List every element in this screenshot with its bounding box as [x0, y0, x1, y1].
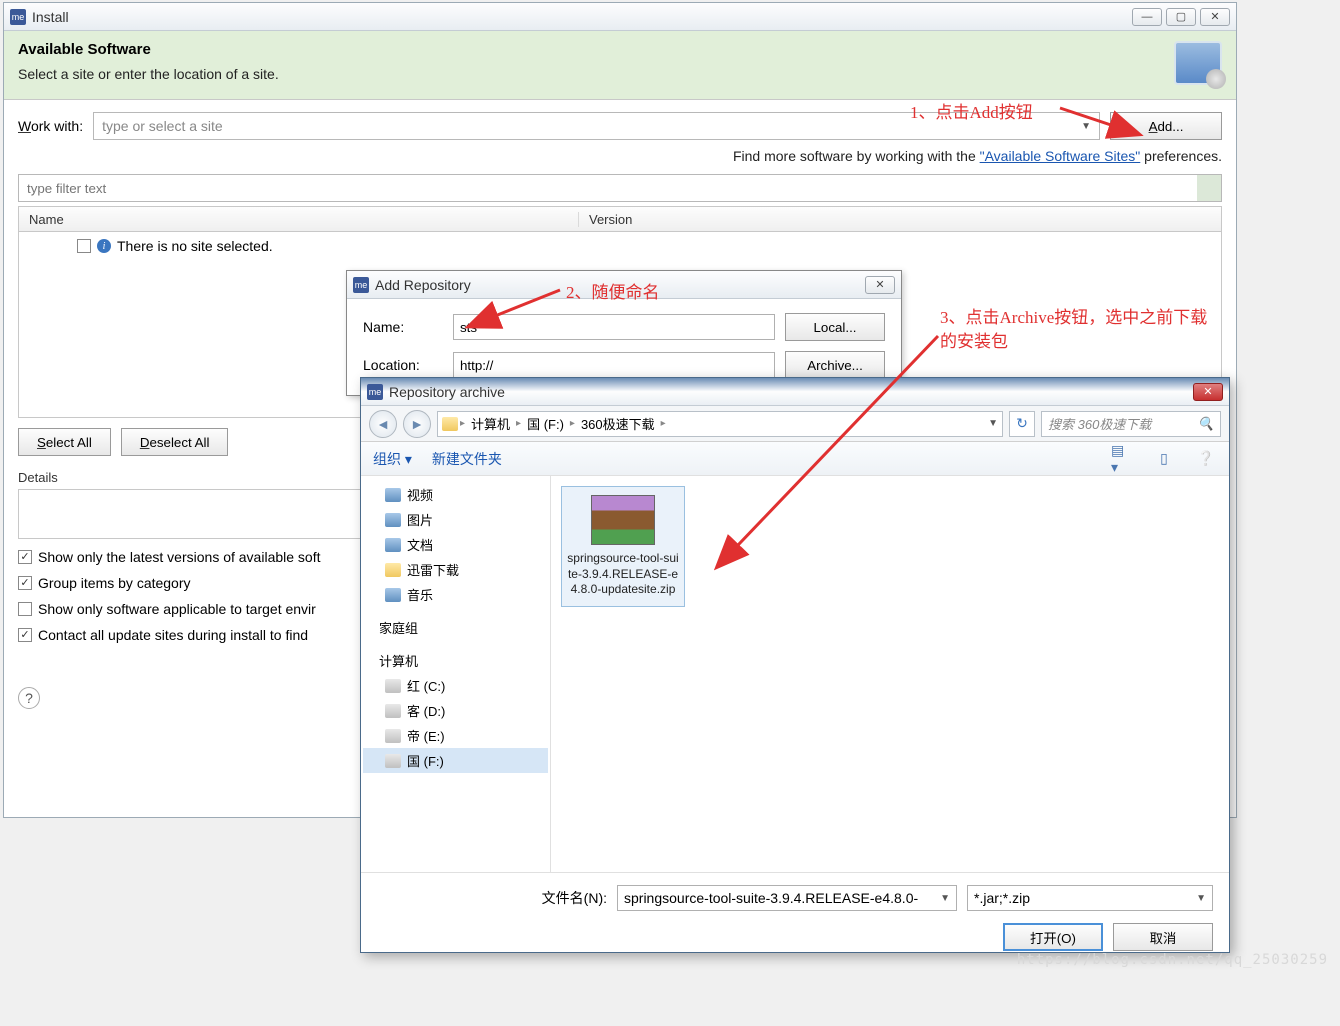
- app-icon: me: [367, 384, 383, 400]
- maximize-button[interactable]: ▢: [1166, 8, 1196, 26]
- addrepo-titlebar: me Add Repository ✕: [347, 271, 901, 299]
- filter-input[interactable]: [18, 174, 1222, 202]
- workwith-input[interactable]: type or select a site ▼: [93, 112, 1100, 140]
- drive-icon: [385, 729, 401, 743]
- folder-icon: [385, 563, 401, 577]
- document-icon: [385, 538, 401, 552]
- check-latest[interactable]: [18, 550, 32, 564]
- header-subtitle: Select a site or enter the location of a…: [18, 66, 279, 82]
- toolbar: 组织 ▾ 新建文件夹 ▤ ▾ ▯ ❔: [361, 442, 1229, 476]
- chevron-down-icon[interactable]: ▼: [988, 418, 998, 429]
- check-applicable[interactable]: [18, 602, 32, 616]
- local-button[interactable]: Local...: [785, 313, 885, 341]
- drive-icon: [385, 754, 401, 768]
- file-item[interactable]: springsource-tool-suite-3.9.4.RELEASE-e4…: [561, 486, 685, 607]
- minimize-button[interactable]: —: [1132, 8, 1162, 26]
- close-button[interactable]: ✕: [1200, 8, 1230, 26]
- chevron-down-icon[interactable]: ▼: [1081, 121, 1091, 132]
- file-name: springsource-tool-suite-3.9.4.RELEASE-e4…: [566, 551, 680, 598]
- check-group[interactable]: [18, 576, 32, 590]
- info-icon: i: [97, 239, 111, 253]
- music-icon: [385, 588, 401, 602]
- filedlg-titlebar: me Repository archive ✕: [361, 378, 1229, 406]
- search-input[interactable]: 搜索 360极速下载 🔍: [1041, 411, 1221, 437]
- header-title: Available Software: [18, 41, 279, 58]
- back-button[interactable]: ◄: [369, 410, 397, 438]
- row-checkbox[interactable]: [77, 239, 91, 253]
- breadcrumb[interactable]: ▸ 计算机▸ 国 (F:)▸ 360极速下载▸ ▼: [437, 411, 1003, 437]
- watermark: https://blog.csdn.net/qq_25030259: [1017, 952, 1328, 968]
- location-input[interactable]: [453, 352, 775, 378]
- refresh-button[interactable]: ↻: [1009, 411, 1035, 437]
- file-dialog: me Repository archive ✕ ◄ ► ▸ 计算机▸ 国 (F:…: [360, 377, 1230, 953]
- filename-input[interactable]: springsource-tool-suite-3.9.4.RELEASE-e4…: [617, 885, 957, 911]
- filedlg-title: Repository archive: [389, 384, 1193, 400]
- new-folder-button[interactable]: 新建文件夹: [432, 449, 502, 469]
- install-title: Install: [32, 9, 1132, 25]
- app-icon: me: [353, 277, 369, 293]
- available-sites-link[interactable]: "Available Software Sites": [980, 148, 1141, 164]
- view-icon[interactable]: ▤ ▾: [1111, 450, 1133, 468]
- app-icon: me: [10, 9, 26, 25]
- select-all-button[interactable]: Select All: [18, 428, 111, 456]
- filter-select[interactable]: *.jar;*.zip ▼: [967, 885, 1213, 911]
- chevron-down-icon[interactable]: ▼: [940, 893, 950, 904]
- table-header: Name Version: [18, 206, 1222, 232]
- filename-label: 文件名(N):: [542, 888, 607, 908]
- file-area[interactable]: springsource-tool-suite-3.9.4.RELEASE-e4…: [551, 476, 1229, 872]
- drive-icon: [385, 704, 401, 718]
- chevron-down-icon[interactable]: ▼: [1196, 893, 1206, 904]
- name-input[interactable]: [453, 314, 775, 340]
- close-button[interactable]: ✕: [1193, 383, 1223, 401]
- forward-button[interactable]: ►: [403, 410, 431, 438]
- organize-menu[interactable]: 组织 ▾: [373, 449, 412, 469]
- drive-icon: [385, 679, 401, 693]
- close-button[interactable]: ✕: [865, 276, 895, 294]
- no-site-text: There is no site selected.: [117, 238, 273, 254]
- col-name[interactable]: Name: [19, 212, 579, 227]
- cancel-button[interactable]: 取消: [1113, 923, 1213, 951]
- preview-icon[interactable]: ▯: [1153, 450, 1175, 468]
- check-contact[interactable]: [18, 628, 32, 642]
- folder-icon: [442, 417, 458, 431]
- video-icon: [385, 488, 401, 502]
- workwith-placeholder: type or select a site: [102, 118, 223, 134]
- addrepo-title: Add Repository: [375, 277, 865, 293]
- help-icon[interactable]: ?: [18, 687, 40, 709]
- workwith-label: Work with:: [18, 118, 83, 134]
- monitor-icon: [1174, 41, 1222, 85]
- help-icon[interactable]: ❔: [1195, 450, 1217, 468]
- deselect-all-button[interactable]: Deselect All: [121, 428, 229, 456]
- archive-button[interactable]: Archive...: [785, 351, 885, 379]
- open-button[interactable]: 打开(O): [1003, 923, 1103, 951]
- find-line: Find more software by working with the "…: [18, 148, 1222, 164]
- col-version[interactable]: Version: [579, 212, 642, 227]
- location-label: Location:: [363, 357, 443, 373]
- nav-tree[interactable]: 视频 图片 文档 迅雷下载 音乐 家庭组 计算机 红 (C:) 客 (D:) 帝…: [361, 476, 551, 872]
- name-label: Name:: [363, 319, 443, 335]
- add-button[interactable]: Add...: [1110, 112, 1222, 140]
- picture-icon: [385, 513, 401, 527]
- install-titlebar: me Install — ▢ ✕: [4, 3, 1236, 31]
- header-band: Available Software Select a site or ente…: [4, 31, 1236, 100]
- search-icon: 🔍: [1198, 416, 1214, 432]
- archive-icon: [591, 495, 655, 545]
- nav-bar: ◄ ► ▸ 计算机▸ 国 (F:)▸ 360极速下载▸ ▼ ↻ 搜索 360极速…: [361, 406, 1229, 442]
